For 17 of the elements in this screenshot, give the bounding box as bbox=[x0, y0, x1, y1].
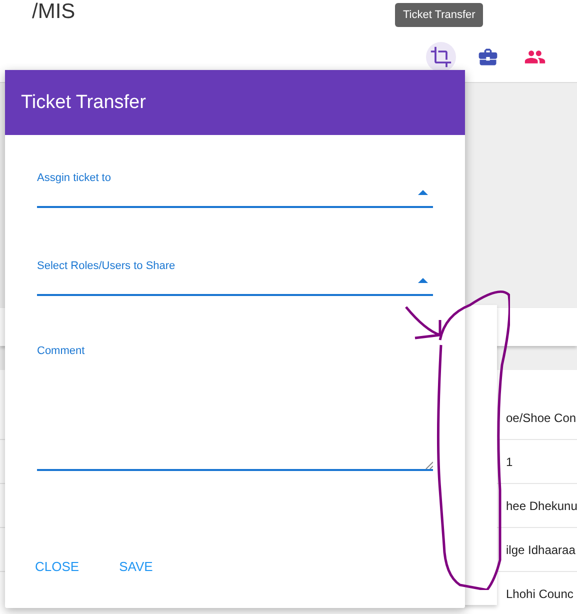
page-title: /MIS bbox=[32, 0, 76, 24]
field-label: Comment bbox=[37, 345, 86, 357]
table-cell: hee Dhekunu bbox=[506, 498, 577, 512]
table-cell: ilge Idhaaraa bbox=[506, 542, 576, 556]
table-cell: Lhohi Counc bbox=[506, 586, 574, 600]
table-cell: oe/Shoe Con bbox=[506, 410, 576, 424]
save-button[interactable]: SAVE bbox=[119, 559, 153, 574]
close-button[interactable]: CLOSE bbox=[35, 559, 80, 574]
caret-icon bbox=[418, 278, 428, 283]
dialog-title: Ticket Transfer bbox=[21, 92, 146, 114]
crop-icon[interactable] bbox=[426, 42, 456, 72]
tooltip: Ticket Transfer bbox=[395, 3, 484, 27]
field-label: Select Roles/Users to Share bbox=[37, 260, 176, 272]
table-cell: 1 bbox=[506, 454, 513, 468]
caret-icon bbox=[418, 190, 428, 195]
resize-handle-icon[interactable] bbox=[425, 461, 433, 469]
field-label: Assgin ticket to bbox=[37, 172, 112, 184]
